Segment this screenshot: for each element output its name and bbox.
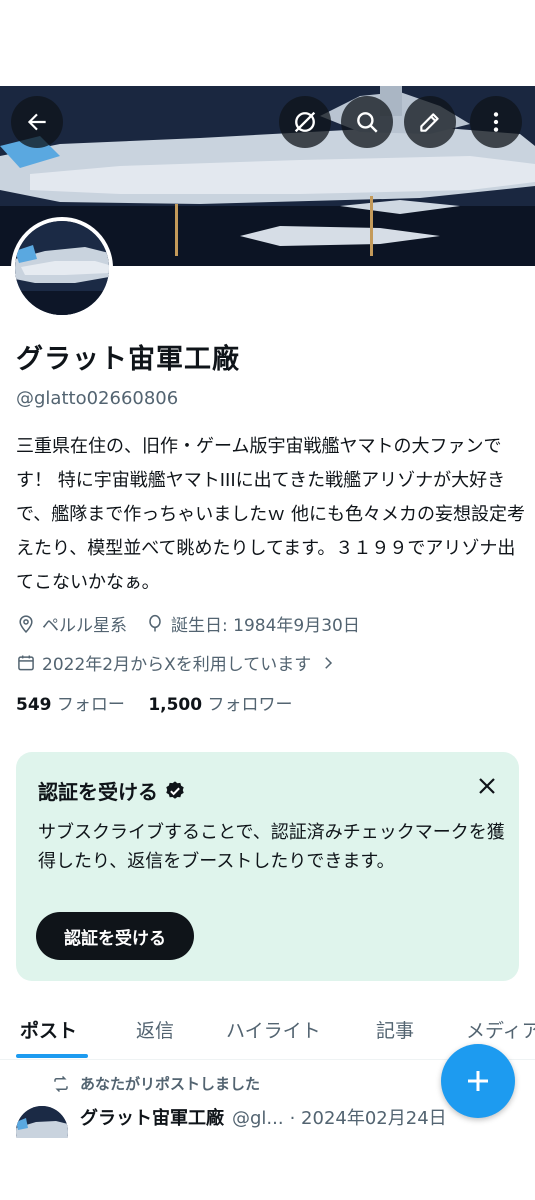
tab-replies[interactable]: 返信 bbox=[136, 1016, 174, 1043]
tab-media[interactable]: メディア bbox=[466, 1016, 535, 1043]
location-pin-icon bbox=[19, 614, 33, 633]
profile-joined-row[interactable]: 2022年2月からXを利用しています bbox=[16, 650, 343, 675]
compose-button[interactable] bbox=[441, 1044, 515, 1118]
calendar-icon bbox=[18, 655, 34, 670]
edit-icon bbox=[420, 113, 439, 132]
post-author-name[interactable]: グラット宙軍工廠 bbox=[80, 1104, 224, 1130]
active-tab-indicator bbox=[16, 1054, 88, 1058]
verify-card-title: 認証を受ける bbox=[38, 780, 158, 804]
repost-off-button[interactable] bbox=[279, 96, 331, 148]
profile-joined: 2022年2月からXを利用しています bbox=[42, 655, 312, 675]
post-date[interactable]: · 2024年02月24日 bbox=[290, 1104, 447, 1130]
following-link[interactable]: 549 フォロー bbox=[16, 695, 130, 715]
tab-highlights[interactable]: ハイライト bbox=[226, 1016, 321, 1043]
post-author-handle[interactable]: @gl... bbox=[232, 1108, 284, 1129]
edit-button[interactable] bbox=[404, 96, 456, 148]
following-label: フォロー bbox=[56, 695, 125, 715]
verify-card: 認証を受ける サブスクライブすることで、認証済みチェックマークを獲得したり、返信… bbox=[16, 752, 519, 981]
verify-card-title-row: 認証を受ける bbox=[38, 776, 186, 805]
content-clip bbox=[0, 1138, 535, 1200]
followers-label: フォロワー bbox=[207, 695, 293, 715]
more-vertical-icon bbox=[493, 112, 499, 132]
tab-articles[interactable]: 記事 bbox=[376, 1016, 414, 1043]
plus-icon bbox=[468, 1071, 488, 1091]
repost-icon bbox=[54, 1075, 68, 1092]
repost-off-icon bbox=[294, 111, 316, 133]
profile-location: ペルル星系 bbox=[42, 616, 127, 636]
followers-count: 1,500 bbox=[148, 695, 203, 715]
get-verified-button[interactable]: 認証を受ける bbox=[36, 912, 194, 960]
close-icon[interactable] bbox=[475, 774, 499, 798]
profile-name: グラット宙軍工廠 bbox=[16, 344, 240, 375]
following-count: 549 bbox=[16, 695, 52, 715]
chevron-right-icon bbox=[325, 656, 333, 669]
more-button[interactable] bbox=[470, 96, 522, 148]
profile-avatar[interactable] bbox=[11, 217, 113, 319]
verified-badge-icon bbox=[166, 780, 184, 799]
profile-meta-row: ペルル星系 誕生日: 1984年9月30日 bbox=[16, 611, 360, 636]
balloon-icon bbox=[149, 614, 161, 631]
follow-stats: 549 フォロー 1,500 フォロワー bbox=[16, 690, 293, 715]
arrow-left-icon bbox=[27, 113, 46, 131]
tab-posts[interactable]: ポスト bbox=[20, 1016, 77, 1043]
repost-label: あなたがリポストしました bbox=[80, 1075, 261, 1093]
profile-birthday: 誕生日: 1984年9月30日 bbox=[171, 616, 360, 636]
followers-link[interactable]: 1,500 フォロワー bbox=[148, 695, 292, 715]
search-button[interactable] bbox=[341, 96, 393, 148]
verify-card-body: サブスクライブすることで、認証済みチェックマークを獲得したり、返信をブーストした… bbox=[38, 822, 505, 872]
post-header: グラット宙軍工廠 @gl... · 2024年02月24日 bbox=[80, 1104, 447, 1130]
avatar-image bbox=[15, 221, 109, 315]
search-icon bbox=[357, 112, 378, 133]
back-button[interactable] bbox=[11, 96, 63, 148]
repost-indicator: あなたがリポストしました bbox=[52, 1073, 260, 1094]
profile-handle: @glatto02660806 bbox=[16, 388, 179, 409]
profile-bio: 三重県在住の、旧作・ゲーム版宇宙戦艦ヤマトの大ファンです！ 特に宇宙戦艦ヤマトI… bbox=[16, 436, 525, 593]
